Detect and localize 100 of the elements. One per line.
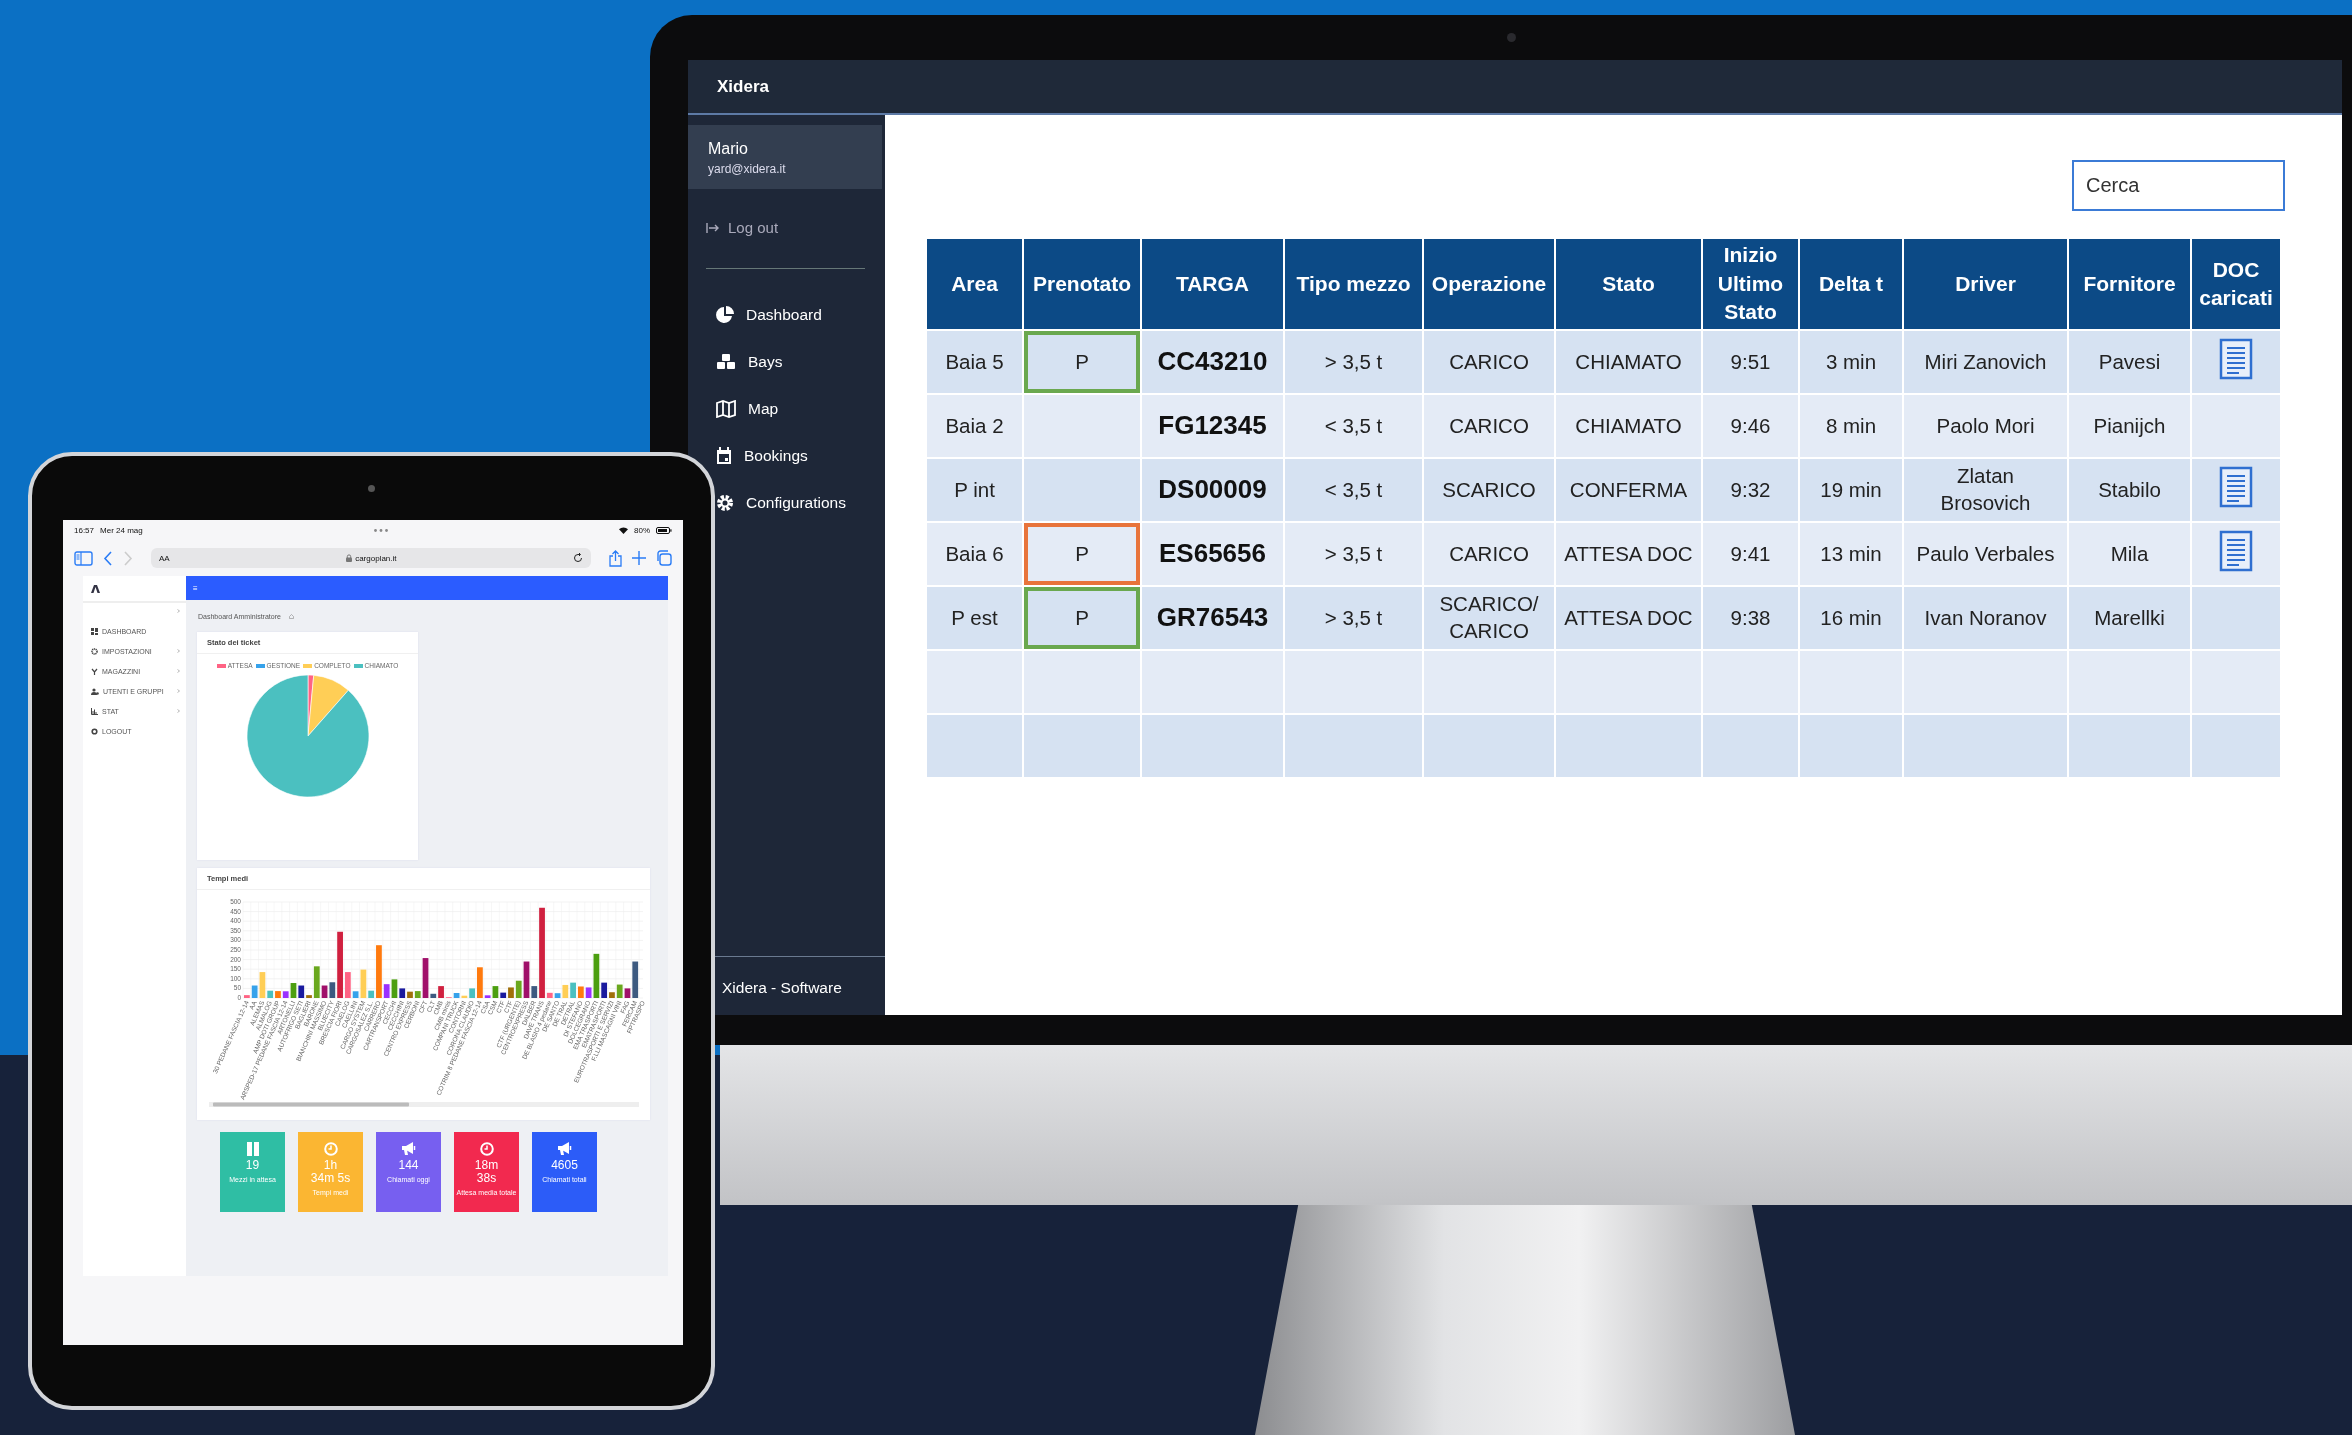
text-size-button[interactable]: AA xyxy=(159,553,170,563)
address-bar[interactable]: AA cargoplan.it xyxy=(151,548,591,568)
vehicle-type-cell: > 3,5 t xyxy=(1285,331,1422,393)
fork-icon xyxy=(91,667,98,675)
area-cell: P est xyxy=(927,587,1022,649)
plate-cell: GR76543 xyxy=(1142,587,1283,649)
wifi-icon xyxy=(619,526,628,534)
booking-cell: P xyxy=(1024,523,1140,585)
column-header[interactable]: Driver xyxy=(1904,239,2067,329)
operation-cell: SCARICO xyxy=(1424,459,1554,521)
delta-cell: 16 min xyxy=(1800,587,1902,649)
stat-value: 1h 34m 5s xyxy=(310,1159,351,1186)
column-header[interactable]: Operazione xyxy=(1424,239,1554,329)
stat-value: 4605 xyxy=(550,1159,579,1173)
vehicle-type-cell: < 3,5 t xyxy=(1285,459,1422,521)
user-email: yard@xidera.it xyxy=(708,162,787,176)
plate-cell: CC43210 xyxy=(1142,331,1283,393)
logout-link[interactable]: Log out xyxy=(706,219,779,236)
driver-cell: Paolo Mori xyxy=(1904,395,2067,457)
delta-cell: 8 min xyxy=(1800,395,1902,457)
megaphone-icon xyxy=(400,1142,417,1156)
camera-icon xyxy=(368,485,375,492)
lock-icon xyxy=(346,554,353,562)
user-icon xyxy=(91,687,99,695)
column-header[interactable]: Tipo mezzo xyxy=(1285,239,1422,329)
scrollbar[interactable] xyxy=(209,1102,639,1107)
vehicle-type-cell: < 3,5 t xyxy=(1285,395,1422,457)
delta-cell: 13 min xyxy=(1800,523,1902,585)
column-header[interactable]: Stato xyxy=(1556,239,1701,329)
footer-text: Xidera - Software xyxy=(722,979,842,996)
start-time-cell: 9:51 xyxy=(1703,331,1798,393)
battery-percent: 80% xyxy=(634,525,650,535)
logo-icon xyxy=(91,584,100,593)
pie-chart-icon xyxy=(716,305,734,324)
column-header[interactable]: Area xyxy=(927,239,1022,329)
nav-item[interactable]: Bookings xyxy=(716,432,808,479)
area-cell: Baia 2 xyxy=(927,395,1022,457)
user-name: Mario xyxy=(708,140,749,158)
operation-cell: CARICO xyxy=(1424,331,1554,393)
supplier-cell: Pavesi xyxy=(2069,331,2190,393)
calendar-icon xyxy=(716,446,732,465)
vehicle-type-cell: > 3,5 t xyxy=(1285,523,1422,585)
start-time-cell: 9:46 xyxy=(1703,395,1798,457)
map-icon xyxy=(716,399,736,418)
area-cell: Baia 5 xyxy=(927,331,1022,393)
nav-item[interactable]: Dashboard xyxy=(716,291,822,338)
battery-icon xyxy=(656,526,672,534)
status-cell: CONFERMA xyxy=(1556,459,1701,521)
status-cell: CHIAMATO xyxy=(1556,331,1701,393)
status-time: 16:57 xyxy=(74,525,95,535)
delta-cell: 3 min xyxy=(1800,331,1902,393)
search-field[interactable]: Cerca xyxy=(2072,160,2285,211)
plate-cell: FG12345 xyxy=(1142,395,1283,457)
stat-value: 18m 38s xyxy=(473,1159,500,1186)
pause-icon xyxy=(245,1142,260,1156)
menu-button[interactable]: ≡ xyxy=(193,583,198,593)
start-time-cell: 9:38 xyxy=(1703,587,1798,649)
driver-cell: Ivan Noranov xyxy=(1904,587,2067,649)
column-header[interactable]: Inizio Ultimo Stato xyxy=(1703,239,1798,329)
status-cell: ATTESA DOC xyxy=(1556,587,1701,649)
operation-cell: SCARICO/ CARICO xyxy=(1424,587,1554,649)
bar-chart-icon xyxy=(91,707,98,715)
start-time-cell: 9:41 xyxy=(1703,523,1798,585)
logout-icon xyxy=(706,222,720,233)
document-icon[interactable] xyxy=(2219,337,2253,380)
more-icon[interactable] xyxy=(373,528,388,532)
supplier-cell: Pianijch xyxy=(2069,395,2190,457)
megaphone-icon xyxy=(556,1142,573,1156)
nav-item[interactable]: Map xyxy=(716,385,779,432)
operation-cell: CARICO xyxy=(1424,523,1554,585)
nav-item[interactable]: Configurations xyxy=(716,479,846,526)
reload-icon[interactable] xyxy=(573,553,583,563)
home-icon[interactable] xyxy=(288,613,294,619)
status-cell: ATTESA DOC xyxy=(1556,523,1701,585)
supplier-cell: Marellki xyxy=(2069,587,2190,649)
operation-cell: CARICO xyxy=(1424,395,1554,457)
back-button[interactable] xyxy=(103,550,113,566)
share-button[interactable] xyxy=(609,549,622,567)
column-header[interactable]: DOC caricati xyxy=(2192,239,2280,329)
document-icon[interactable] xyxy=(2219,465,2253,508)
start-time-cell: 9:32 xyxy=(1703,459,1798,521)
clock-icon xyxy=(323,1142,338,1156)
nav-item[interactable]: Bays xyxy=(716,338,783,385)
sidebar-toggle[interactable] xyxy=(74,550,93,566)
column-header[interactable]: Prenotato xyxy=(1024,239,1140,329)
new-tab-button[interactable] xyxy=(632,551,646,565)
column-header[interactable]: Delta t xyxy=(1800,239,1902,329)
document-icon[interactable] xyxy=(2219,529,2253,572)
driver-cell: Paulo Verbales xyxy=(1904,523,2067,585)
column-header[interactable]: TARGA xyxy=(1142,239,1283,329)
area-cell: P int xyxy=(927,459,1022,521)
delta-cell: 19 min xyxy=(1800,459,1902,521)
status-date: Mer 24 mag xyxy=(100,525,143,535)
column-header[interactable]: Fornitore xyxy=(2069,239,2190,329)
cubes-icon xyxy=(716,352,736,371)
grid-icon xyxy=(91,627,98,635)
tabs-button[interactable] xyxy=(656,550,672,566)
driver-cell: Miri Zanovich xyxy=(1904,331,2067,393)
clock-icon xyxy=(479,1142,494,1156)
status-cell: CHIAMATO xyxy=(1556,395,1701,457)
